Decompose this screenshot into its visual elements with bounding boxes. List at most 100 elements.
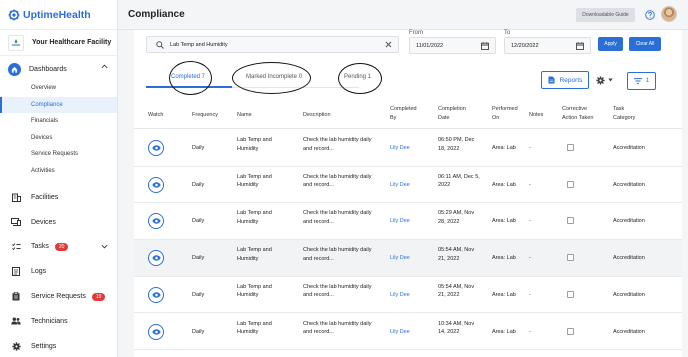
name-cell: Lab Temp and Humidity <box>237 320 272 337</box>
sidebar-sub-financials[interactable]: Financials <box>0 113 117 130</box>
sidebar-item-facilities[interactable]: Facilities <box>0 185 117 210</box>
sidebar-item-settings[interactable]: Settings <box>0 334 117 357</box>
chevron-down-icon[interactable] <box>101 244 108 249</box>
sidebar-item-technicians[interactable]: Technicians <box>0 309 117 334</box>
close-icon[interactable] <box>385 41 392 48</box>
watch-button[interactable] <box>148 176 164 193</box>
tasks-count-badge: 20 <box>54 242 69 251</box>
scrollbar[interactable] <box>682 30 688 357</box>
sidebar-item-logs[interactable]: Logs <box>0 259 117 284</box>
logs-icon <box>11 267 21 277</box>
sidebar-sub-devices[interactable]: Devices <box>0 130 117 147</box>
sidebar-item-devices[interactable]: Devices <box>0 210 117 235</box>
sidebar-item-tasks[interactable]: Tasks 20 <box>0 235 117 260</box>
from-date-field[interactable]: 11/01/2022 <box>409 37 496 54</box>
filter-icon <box>633 78 642 84</box>
tasks-icon <box>11 242 21 252</box>
clear-all-button[interactable]: Clear All <box>629 37 661 51</box>
table-row[interactable]: Daily Lab Temp and Humidity Check the lab h… <box>134 167 682 204</box>
cell-line: and record... <box>303 255 334 262</box>
description-cell: Check the lab humidity daily and record..… <box>303 320 371 337</box>
settings-dropdown-button[interactable] <box>596 73 613 87</box>
completed-by-link[interactable]: Lily Dee <box>390 254 410 263</box>
gear-icon <box>596 75 605 85</box>
completed-by-link[interactable]: Lily Dee <box>390 328 410 337</box>
cell-line: and record... <box>303 329 334 335</box>
header-completed-by: Completed By <box>390 105 417 122</box>
corrective-action-checkbox[interactable] <box>567 254 574 262</box>
watch-button[interactable] <box>148 286 164 303</box>
downloadable-guide-button[interactable]: Downloadable Guide <box>576 8 635 22</box>
frequency-cell: Daily <box>192 145 205 151</box>
completed-by-link[interactable]: Lily Dee <box>390 217 410 226</box>
apply-button[interactable]: Apply <box>598 37 623 51</box>
performed-on-cell: Area: Lab <box>492 218 516 225</box>
people-icon <box>11 316 21 326</box>
sidebar-sub-label: Overview <box>31 85 57 92</box>
description-cell: Check the lab humidity daily and record..… <box>303 173 371 190</box>
watch-button[interactable] <box>148 140 164 156</box>
task-category-cell: Accreditation <box>613 291 645 298</box>
table-row[interactable]: Daily Lab Temp and Humidity Check the lab h… <box>134 277 682 314</box>
cell-line: Lab Temp and <box>237 210 272 217</box>
search-input[interactable]: Lab Temp and Humidity <box>146 36 399 53</box>
name-cell: Lab Temp and Humidity <box>237 283 272 300</box>
clipboard-icon <box>11 292 21 302</box>
notes-cell: - <box>529 181 531 188</box>
cell-line: 06:11 AM, Dec 5, <box>438 173 480 180</box>
filter-count: 1 <box>645 78 650 84</box>
performed-on-cell: Area: Lab <box>492 145 516 151</box>
cell-line: Humidity <box>237 255 259 262</box>
document-icon <box>548 76 555 84</box>
sidebar-sub-service-requests[interactable]: Service Requests <box>0 146 117 163</box>
corrective-action-checkbox[interactable] <box>567 290 574 298</box>
sidebar-sub-label: Financials <box>31 118 59 125</box>
cell-line: 10:34 AM, Nov <box>438 320 475 327</box>
sidebar-sub-compliance[interactable]: Compliance <box>0 96 117 113</box>
cell-line: 18, 2022 <box>438 145 460 152</box>
corrective-action-checkbox[interactable] <box>567 144 574 151</box>
corrective-action-checkbox[interactable] <box>567 327 574 335</box>
to-date-field[interactable]: 12/20/2022 <box>504 37 591 54</box>
table-row[interactable]: Daily Lab Temp and Humidity Check the lab h… <box>134 240 682 277</box>
corrective-action-checkbox[interactable] <box>567 180 574 188</box>
table-row[interactable]: Daily Lab Temp and Humidity Check the lab h… <box>134 314 682 351</box>
calendar-icon[interactable] <box>576 42 584 50</box>
cell-line: and record... <box>303 218 334 225</box>
reports-button[interactable]: Reports <box>541 71 589 89</box>
header-performed-on: Performed On <box>492 105 518 122</box>
watch-button[interactable] <box>148 250 164 267</box>
header-line: Corrective <box>562 106 588 112</box>
completed-by-link[interactable]: Lily Dee <box>390 181 410 190</box>
cell-line: 2022 <box>438 182 451 189</box>
task-category-cell: Accreditation <box>613 255 645 262</box>
service-requests-count-badge: 19 <box>91 292 106 301</box>
table-row[interactable]: Daily Lab Temp and Humidity Check the lab h… <box>134 203 682 241</box>
header-completion-date: Completion Date <box>438 105 466 122</box>
avatar[interactable] <box>661 6 677 22</box>
sidebar-item-label: Service Requests <box>31 293 86 301</box>
cell-line: Lab Temp and <box>237 247 272 254</box>
watch-button[interactable] <box>148 323 164 340</box>
sidebar-item-service-requests[interactable]: Service Requests 19 <box>0 284 117 309</box>
brand-header[interactable]: UptimeHealth <box>0 0 117 30</box>
nav-dashboards[interactable]: Dashboards <box>0 58 117 80</box>
table-row[interactable]: Daily Lab Temp and Humidity Check the lab h… <box>134 130 682 167</box>
facility-selector[interactable]: Your Healthcare Facility <box>0 30 117 56</box>
calendar-icon[interactable] <box>481 42 489 50</box>
sidebar-sub-activities[interactable]: Activities <box>0 163 117 180</box>
watch-button[interactable] <box>148 213 164 230</box>
to-label: To <box>504 30 511 36</box>
corrective-action-checkbox[interactable] <box>567 217 574 225</box>
filter-button[interactable]: 1 <box>627 72 656 90</box>
table-header: Watch Frequency Name Description Complet… <box>134 103 682 129</box>
eye-icon <box>151 181 161 188</box>
to-date-value: 12/20/2022 <box>511 43 539 49</box>
chevron-up-icon[interactable] <box>101 64 108 69</box>
help-icon[interactable] <box>645 10 655 20</box>
completed-by-link[interactable]: Lily Dee <box>390 144 410 153</box>
sidebar-sub-overview[interactable]: Overview <box>0 80 117 97</box>
sidebar: UptimeHealth Your Healthcare Facility Da… <box>0 0 118 357</box>
completed-by-link[interactable]: Lily Dee <box>390 291 410 300</box>
performed-on-cell: Area: Lab <box>492 291 516 298</box>
